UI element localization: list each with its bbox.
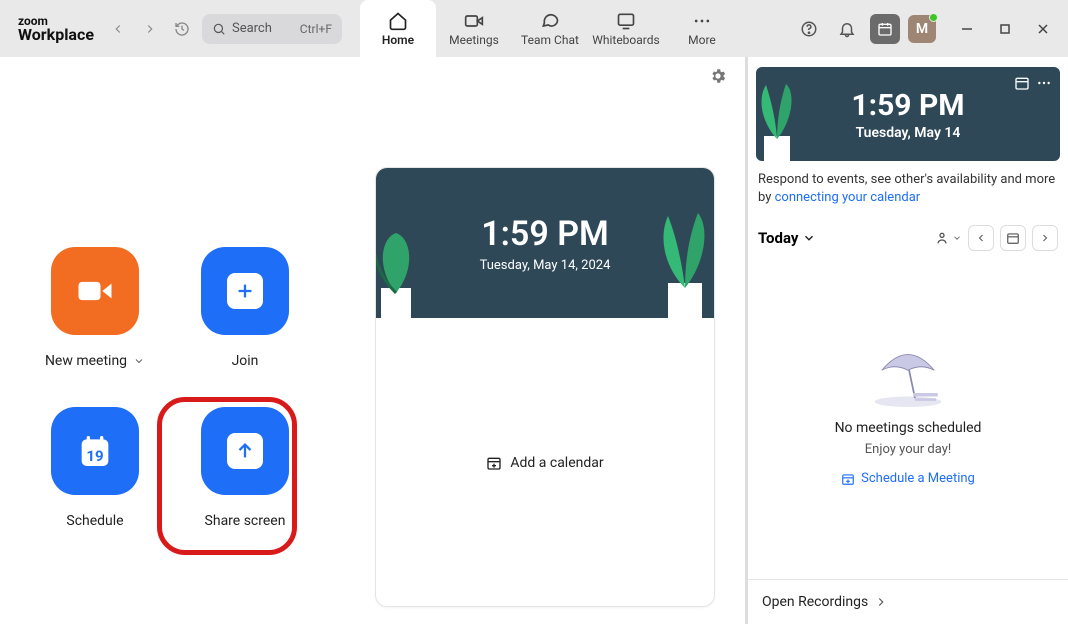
new-meeting-label[interactable]: New meeting (45, 353, 145, 369)
settings-button[interactable] (709, 67, 727, 89)
schedule-action: 19 Schedule (20, 407, 170, 567)
calendar-card: 1:59 PM Tuesday, May 14, 2024 Add a cale… (375, 167, 715, 607)
home-pane: New meeting Join 19 (0, 57, 745, 624)
card-time: 1:59 PM (481, 214, 609, 254)
hero-calendar-icon[interactable] (1014, 75, 1030, 95)
tab-more-label: More (688, 33, 716, 47)
card-hero: 1:59 PM Tuesday, May 14, 2024 (376, 168, 714, 318)
schedule-meeting-link[interactable]: Schedule a Meeting (841, 471, 975, 486)
tab-home[interactable]: Home (360, 0, 436, 57)
empty-line2: Enjoy your day! (865, 442, 951, 457)
right-time: 1:59 PM (851, 88, 964, 123)
tab-meetings[interactable]: Meetings (436, 0, 512, 57)
card-date: Tuesday, May 14, 2024 (480, 258, 611, 273)
share-screen-button[interactable] (201, 407, 289, 495)
nav-arrows (104, 15, 196, 43)
top-bar: zoom Workplace Search Ctrl+F Home Meetin… (0, 0, 1068, 57)
brand-line2: Workplace (18, 27, 94, 43)
plant-icon (376, 228, 426, 318)
right-toolbar: Today (758, 225, 1058, 251)
nav-back-button[interactable] (104, 15, 132, 43)
topbar-right: M (794, 14, 1060, 44)
brand: zoom Workplace (18, 15, 94, 43)
connect-calendar-message: Respond to events, see other's availabil… (758, 171, 1058, 207)
avatar[interactable]: M (908, 15, 936, 43)
nav-history-button[interactable] (168, 15, 196, 43)
tab-more[interactable]: More (664, 0, 740, 57)
umbrella-icon (863, 344, 953, 414)
close-button[interactable] (1026, 14, 1060, 44)
search-placeholder: Search (232, 21, 272, 36)
tab-teamchat[interactable]: Team Chat (512, 0, 588, 57)
nav-forward-button[interactable] (136, 15, 164, 43)
video-camera-icon (73, 269, 117, 313)
right-date: Tuesday, May 14 (856, 125, 961, 141)
main-area: New meeting Join 19 (0, 57, 1068, 624)
right-panel: 1:59 PM Tuesday, May 14 Respond to event… (745, 57, 1068, 624)
plant-icon (650, 208, 714, 318)
share-screen-action: Share screen (170, 407, 320, 567)
right-hero: 1:59 PM Tuesday, May 14 (756, 67, 1060, 161)
home-icon (388, 11, 408, 31)
chevron-down-icon (133, 355, 145, 367)
join-action: Join (170, 247, 320, 407)
new-meeting-action: New meeting (20, 247, 170, 407)
open-recordings-button[interactable]: Open Recordings (748, 579, 1068, 624)
chat-icon (540, 11, 560, 31)
connect-calendar-link[interactable]: connecting your calendar (775, 190, 921, 205)
people-filter-button[interactable] (936, 225, 962, 251)
more-icon (692, 11, 712, 31)
prev-button[interactable] (968, 225, 994, 251)
calendar-app-button[interactable] (870, 14, 900, 44)
tab-whiteboards-label: Whiteboards (592, 33, 660, 47)
schedule-label: Schedule (66, 513, 123, 529)
chevron-down-icon (802, 231, 816, 245)
tab-teamchat-label: Team Chat (521, 33, 579, 47)
search-input[interactable]: Search Ctrl+F (202, 14, 342, 44)
calendar-view-button[interactable] (1000, 225, 1026, 251)
empty-state: No meetings scheduled Enjoy your day! Sc… (748, 251, 1068, 579)
share-screen-label: Share screen (205, 513, 286, 529)
new-meeting-button[interactable] (51, 247, 139, 335)
notifications-button[interactable] (832, 14, 862, 44)
minimize-button[interactable] (950, 14, 984, 44)
schedule-button[interactable]: 19 (51, 407, 139, 495)
action-grid: New meeting Join 19 (20, 247, 320, 567)
avatar-initial: M (916, 21, 928, 37)
add-calendar-button[interactable]: Add a calendar (376, 318, 714, 607)
plant-icon (756, 81, 802, 161)
main-tabs: Home Meetings Team Chat Whiteboards More (360, 0, 740, 57)
next-button[interactable] (1032, 225, 1058, 251)
chevron-right-icon (874, 595, 888, 609)
upload-icon (227, 433, 263, 469)
tab-meetings-label: Meetings (449, 33, 499, 47)
empty-line1: No meetings scheduled (835, 420, 982, 436)
today-dropdown[interactable]: Today (758, 229, 816, 247)
calendar-plus-icon (486, 455, 502, 471)
calendar-day: 19 (86, 447, 103, 465)
window-controls (950, 14, 1060, 44)
tab-whiteboards[interactable]: Whiteboards (588, 0, 664, 57)
hero-more-icon[interactable] (1036, 75, 1052, 95)
plus-icon (227, 273, 263, 309)
calendar-plus-icon (841, 472, 855, 486)
search-icon (212, 22, 226, 36)
maximize-button[interactable] (988, 14, 1022, 44)
tab-home-label: Home (382, 33, 414, 47)
search-shortcut: Ctrl+F (300, 22, 332, 36)
join-button[interactable] (201, 247, 289, 335)
video-icon (464, 11, 484, 31)
add-calendar-label: Add a calendar (510, 455, 603, 471)
help-button[interactable] (794, 14, 824, 44)
join-label: Join (232, 353, 259, 369)
whiteboard-icon (616, 11, 636, 31)
presence-dot (929, 13, 938, 22)
